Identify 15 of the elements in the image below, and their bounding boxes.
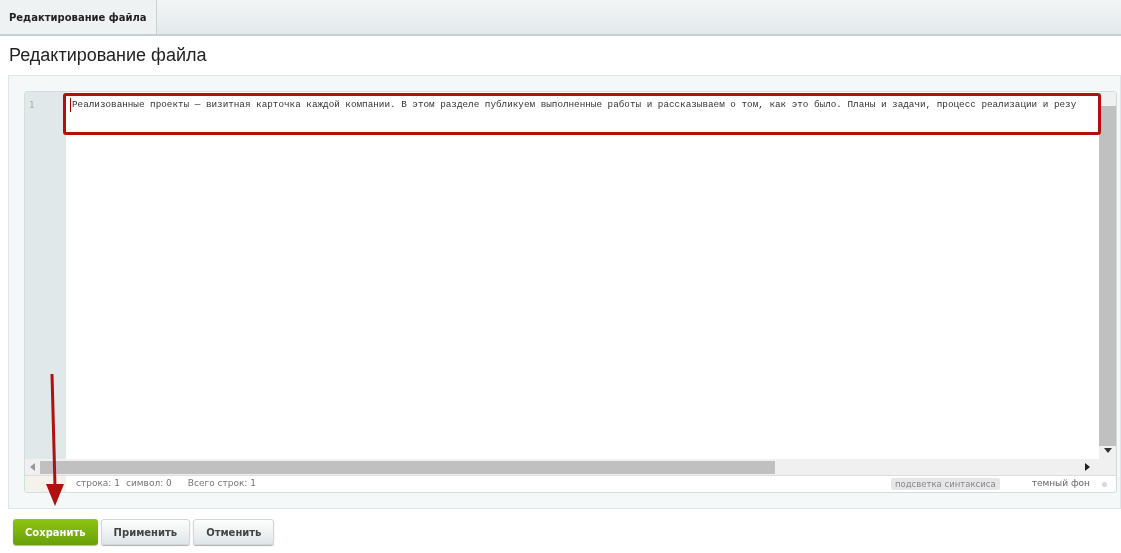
horizontal-scrollbar[interactable] xyxy=(25,459,1116,475)
status-text: символ: 0 xyxy=(126,477,172,491)
form-button[interactable]: Отменить xyxy=(193,519,275,545)
status-text: Всего строк: 1 xyxy=(187,477,256,491)
scroll-down-icon[interactable] xyxy=(1103,448,1112,453)
status-text: строка: 1 xyxy=(76,477,120,491)
page-title: Редактирование файла xyxy=(9,45,208,65)
tab[interactable]: Редактирование файла xyxy=(0,0,157,34)
scrollbar-thumb[interactable] xyxy=(40,460,775,474)
form-button[interactable]: Применить xyxy=(100,519,191,545)
code-line[interactable]: Реализованные проекты — визитная карточка каждой компании. В этом разделе публикуем выполненные работы и рассказываем о том, как это было. Планы и задачи, процесс реализации и резу xyxy=(70,98,1099,112)
dark-background-toggle[interactable]: темный фон xyxy=(1031,477,1090,491)
scroll-right-icon[interactable] xyxy=(1085,463,1090,471)
line-number: 1 xyxy=(28,99,36,112)
scroll-left-icon[interactable] xyxy=(30,463,35,471)
